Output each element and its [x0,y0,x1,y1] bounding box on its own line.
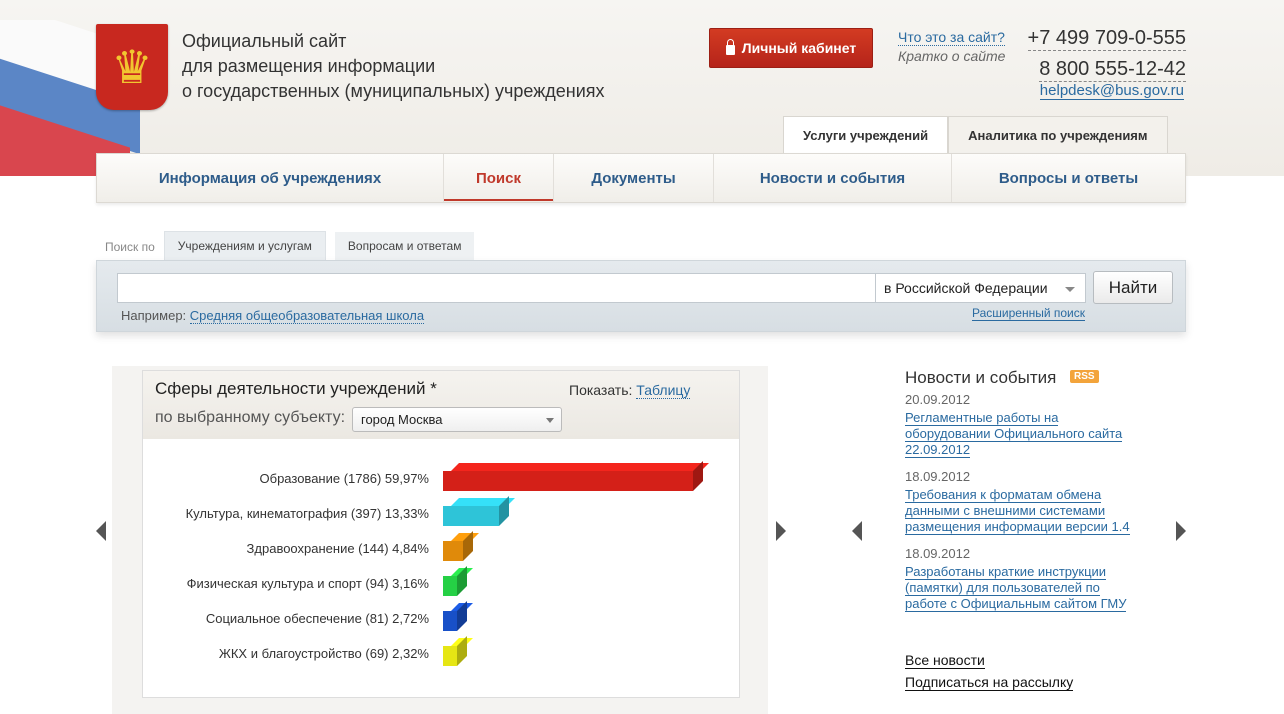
phone-number[interactable]: 8 800 555-12-42 [1039,57,1186,82]
all-news-link[interactable]: Все новости [905,652,985,669]
chevron-down-icon [546,418,554,423]
subject-label: по выбранному субъекту: [155,409,346,426]
tab-search-institutions[interactable]: Учреждениям и услугам [163,231,326,260]
search-by-label: Поиск по [105,240,155,254]
news-panel: Новости и события RSS 20.09.2012 Регламе… [868,360,1168,700]
rss-icon[interactable]: RSS [1070,370,1099,383]
bar-chart: Образование (1786) 59,97% Культура, кинем… [143,439,739,697]
bar-label: Образование (1786) 59,97% [259,471,429,486]
nav-institutions-info[interactable]: Информация об учреждениях [97,154,444,202]
bar-row: Образование (1786) 59,97% [143,461,739,493]
bar[interactable] [443,461,709,491]
coat-of-arms-logo[interactable]: ♛ [96,24,168,110]
about-block: Что это за сайт? Кратко о сайте [898,28,1005,66]
news-link[interactable]: Требования к форматам обмена данными с в… [905,487,1130,535]
advanced-search-link[interactable]: Расширенный поиск [972,306,1085,321]
bar[interactable] [443,636,473,666]
bar-face [443,646,457,666]
bar[interactable] [443,601,473,631]
phone-number[interactable]: +7 499 709-0-555 [1027,26,1186,51]
region-select-value: в Российской Федерации [884,280,1048,296]
bar-face [443,576,457,596]
about-link[interactable]: Что это за сайт? [898,29,1005,46]
site-title-line: Официальный сайт [182,31,347,51]
subject-select[interactable]: город Москва [352,407,562,432]
example-label: Например: [121,308,187,323]
tab-services[interactable]: Услуги учреждений [783,116,949,154]
site-title: Официальный сайт для размещения информац… [182,29,605,104]
bar-row: Культура, кинематография (397) 13,33% [143,496,739,528]
tab-analytics[interactable]: Аналитика по учреждениям [948,116,1168,154]
bar-label: Культура, кинематография (397) 13,33% [185,506,429,521]
nav-search[interactable]: Поиск [444,154,554,202]
show-table-link[interactable]: Таблицу [636,382,691,399]
bar-label: Социальное обеспечение (81) 2,72% [205,611,429,626]
news-item: 18.09.2012 Разработаны краткие инструкци… [905,546,1145,612]
news-link[interactable]: Регламентные работы на оборудовании Офиц… [905,410,1123,458]
news-item: 18.09.2012 Требования к форматам обмена … [905,469,1145,535]
bar-face [443,611,457,631]
tab-search-questions[interactable]: Вопросам и ответам [334,232,475,260]
bar-label: Физическая культура и спорт (94) 3,16% [186,576,429,591]
chart-title: Сферы деятельности учреждений * [155,379,437,398]
chart-header: Сферы деятельности учреждений * Показать… [143,371,739,439]
region-select[interactable]: в Российской Федерации [875,273,1086,303]
news-next-icon[interactable] [1176,521,1186,541]
news-date: 20.09.2012 [905,392,971,407]
bar[interactable] [443,531,480,561]
main-nav: Информация об учреждениях Поиск Документ… [96,153,1186,203]
search-box: в Российской Федерации Найти Например: С… [96,260,1186,332]
bar-face [443,541,464,561]
search-tabs: Поиск по Учреждениям и услугам Вопросам … [96,231,475,260]
carousel-next-icon[interactable] [776,521,786,541]
bar-label: ЖКХ и благоустройство (69) 2,32% [218,646,429,661]
helpdesk-email-link[interactable]: helpdesk@bus.gov.ru [1039,82,1184,100]
nav-faq[interactable]: Вопросы и ответы [952,154,1185,202]
chevron-down-icon [1065,287,1075,292]
show-label: Показать: [569,382,633,398]
news-title: Новости и события [905,368,1057,387]
activity-chart-panel: Сферы деятельности учреждений * Показать… [142,370,740,698]
subject-select-value: город Москва [361,412,443,427]
carousel-prev-icon[interactable] [96,521,106,541]
personal-cabinet-label: Личный кабинет [741,40,857,56]
news-item: 20.09.2012 Регламентные работы на оборуд… [905,392,1145,458]
nav-documents[interactable]: Документы [554,154,714,202]
show-toggle: Показать: Таблицу [569,382,691,399]
news-date: 18.09.2012 [905,469,971,484]
site-title-line: о государственных (муниципальных) учрежд… [182,81,605,101]
news-link[interactable]: Разработаны краткие инструкции (памятки)… [905,564,1127,612]
lock-icon [725,38,735,55]
bar-face [443,506,499,526]
search-example: Например: Средняя общеобразовательная шк… [121,308,425,324]
bar-row: Физическая культура и спорт (94) 3,16% [143,566,739,598]
bar-row: Здравоохранение (144) 4,84% [143,531,739,563]
news-prev-icon[interactable] [852,521,862,541]
personal-cabinet-button[interactable]: Личный кабинет [709,28,873,68]
search-input[interactable] [117,273,875,303]
bar[interactable] [443,566,473,596]
nav-news[interactable]: Новости и события [714,154,952,202]
example-link[interactable]: Средняя общеобразовательная школа [189,308,425,324]
bar-label: Здравоохранение (144) 4,84% [246,541,429,556]
bar-row: Социальное обеспечение (81) 2,72% [143,601,739,633]
bar-row: ЖКХ и благоустройство (69) 2,32% [143,636,739,668]
about-subtitle: Кратко о сайте [898,48,1006,64]
site-title-line: для размещения информации [182,56,436,76]
bar[interactable] [443,496,515,526]
bar-face [443,471,693,491]
phones: +7 499 709-0-555 8 800 555-12-42 [1020,24,1186,86]
subscribe-link[interactable]: Подписаться на рассылку [905,674,1074,691]
search-button[interactable]: Найти [1093,271,1173,304]
bar-face [451,463,709,471]
top-tabs: Услуги учреждений Аналитика по учреждени… [783,116,1168,154]
news-date: 18.09.2012 [905,546,971,561]
